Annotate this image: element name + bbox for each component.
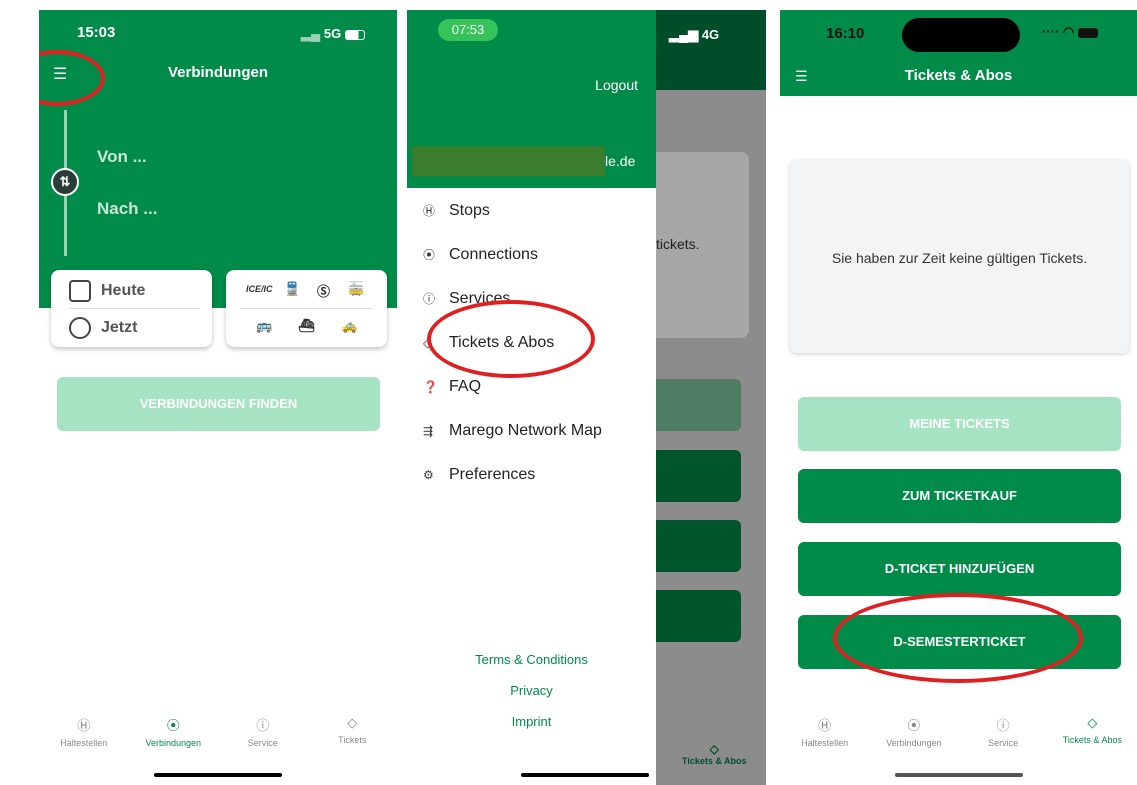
highlight-circle	[427, 300, 595, 378]
email-redaction	[412, 146, 605, 176]
home-indicator	[894, 773, 1023, 777]
find-connections-button[interactable]: VERBINDUNGEN FINDEN	[57, 377, 380, 431]
faq-icon: ❓	[423, 380, 438, 394]
tab-haltestellen[interactable]: Ⓗ Haltestellen	[780, 715, 869, 748]
menu-item-connections[interactable]: ⦿ Connections	[423, 246, 538, 264]
home-indicator	[154, 773, 282, 777]
time-selector[interactable]: Jetzt	[69, 317, 137, 339]
side-drawer: 07:53 Logout le.de Ⓗ Stops ⦿ Connections ⓘ…	[407, 10, 656, 785]
info-icon: ⓘ	[996, 718, 1010, 733]
date-selector[interactable]: Heute	[69, 280, 145, 302]
status-time: 16:10	[826, 25, 865, 42]
empty-message: Sie haben zur Zeit keine gültigen Ticket…	[831, 250, 1088, 266]
screen-tickets: 16:10 ···· ◠ ☰ Tickets & Abos Sie haben …	[780, 10, 1137, 785]
home-indicator	[521, 773, 649, 777]
user-email: le.de	[605, 153, 636, 169]
ferry-icon[interactable]: ⛴	[298, 318, 315, 334]
info-icon: ⓘ	[423, 292, 436, 306]
gear-icon: ⚙	[423, 468, 434, 482]
tab-service[interactable]: ⓘ Service	[218, 715, 308, 748]
transport-mode-card: ICE/IC 🚆 Ⓢ 🚋 🚌 ⛴ 🚕	[226, 270, 387, 347]
logout-button[interactable]: Logout	[595, 77, 638, 93]
tab-bar: Ⓗ Haltestellen ⦿ Verbindungen ⓘ Service ◇ Ti…	[39, 715, 397, 785]
buy-ticket-button[interactable]: ZUM TICKETKAUF	[798, 469, 1121, 523]
empty-ticket-card: Sie haben zur Zeit keine gültigen Ticket…	[790, 160, 1129, 353]
dimmed-header	[656, 10, 766, 90]
calendar-icon	[69, 280, 91, 302]
clock-icon	[69, 317, 91, 339]
info-icon: ⓘ	[256, 718, 270, 733]
menu-item-stops[interactable]: Ⓗ Stops	[423, 202, 490, 220]
tram-icon[interactable]: 🚋	[348, 281, 364, 297]
bus-icon[interactable]: 🚌	[256, 318, 272, 334]
tab-haltestellen[interactable]: Ⓗ Haltestellen	[39, 715, 129, 748]
route-icon: ⦿	[423, 248, 436, 262]
background-text: tickets.	[656, 236, 700, 252]
route-icon: ⦿	[907, 718, 921, 733]
stop-icon: Ⓗ	[423, 204, 436, 218]
train-icon[interactable]: 🚆	[284, 281, 300, 297]
s-bahn-icon[interactable]: Ⓢ	[317, 281, 330, 300]
screen-menu-drawer: ▂▄▆ 4G tickets. ◇ Tickets & Abos 07:53 Lo…	[407, 10, 766, 785]
add-d-ticket-button[interactable]: D-TICKET HINZUFÜGEN	[798, 542, 1121, 596]
background-button	[656, 379, 741, 431]
to-field[interactable]: Nach ...	[97, 199, 157, 219]
tab-verbindungen[interactable]: ⦿ Verbindungen	[129, 715, 219, 748]
from-field[interactable]: Von ...	[97, 147, 147, 167]
imprint-link[interactable]: Imprint	[407, 714, 656, 729]
status-icons: ···· ◠	[1042, 24, 1098, 40]
dynamic-island	[902, 18, 1020, 52]
header	[39, 10, 397, 308]
background-button	[656, 590, 741, 642]
stop-icon: Ⓗ	[818, 718, 832, 733]
page-title: Tickets & Abos	[904, 67, 1013, 84]
tab-tickets[interactable]: ◇ Tickets	[308, 715, 398, 745]
terms-link[interactable]: Terms & Conditions	[407, 652, 656, 667]
ticket-icon: ◇	[347, 715, 358, 730]
menu-item-network-map[interactable]: ⇶ Marego Network Map	[423, 422, 602, 440]
tab-service[interactable]: ⓘ Service	[959, 715, 1048, 748]
route-icon: ⦿	[166, 718, 180, 733]
menu-item-preferences[interactable]: ⚙ Preferences	[423, 466, 535, 484]
status-time: 15:03	[77, 24, 116, 41]
privacy-link[interactable]: Privacy	[407, 683, 656, 698]
map-icon: ⇶	[423, 424, 434, 438]
background-button	[656, 520, 741, 572]
background-tab-label: ◇ Tickets & Abos	[682, 742, 747, 766]
swap-icon[interactable]: ⇅	[51, 168, 79, 196]
menu-item-faq[interactable]: ❓ FAQ	[423, 378, 481, 396]
ice-ic-icon[interactable]: ICE/IC	[246, 284, 273, 294]
status-network: ▂▄ 5G	[301, 26, 365, 42]
my-tickets-button[interactable]: MEINE TICKETS	[798, 397, 1121, 451]
status-network: ▂▄▆ 4G	[669, 27, 720, 42]
stop-icon: Ⓗ	[77, 718, 91, 733]
date-time-card: Heute Jetzt	[51, 270, 212, 347]
background-button	[656, 450, 741, 502]
tab-tickets-abos[interactable]: ◇ Tickets & Abos	[1048, 715, 1137, 745]
ticket-icon: ◇	[1087, 715, 1098, 730]
screen-connections: 15:03 ▂▄ 5G ☰ Verbindungen ⇅ Von ... Nac…	[39, 10, 397, 785]
status-time: 07:53	[438, 19, 498, 41]
tab-verbindungen[interactable]: ⦿ Verbindungen	[869, 715, 958, 748]
highlight-circle	[833, 593, 1083, 683]
tab-bar: Ⓗ Haltestellen ⦿ Verbindungen ⓘ Service ◇ Ti…	[780, 715, 1137, 785]
taxi-icon[interactable]: 🚕	[341, 318, 357, 334]
